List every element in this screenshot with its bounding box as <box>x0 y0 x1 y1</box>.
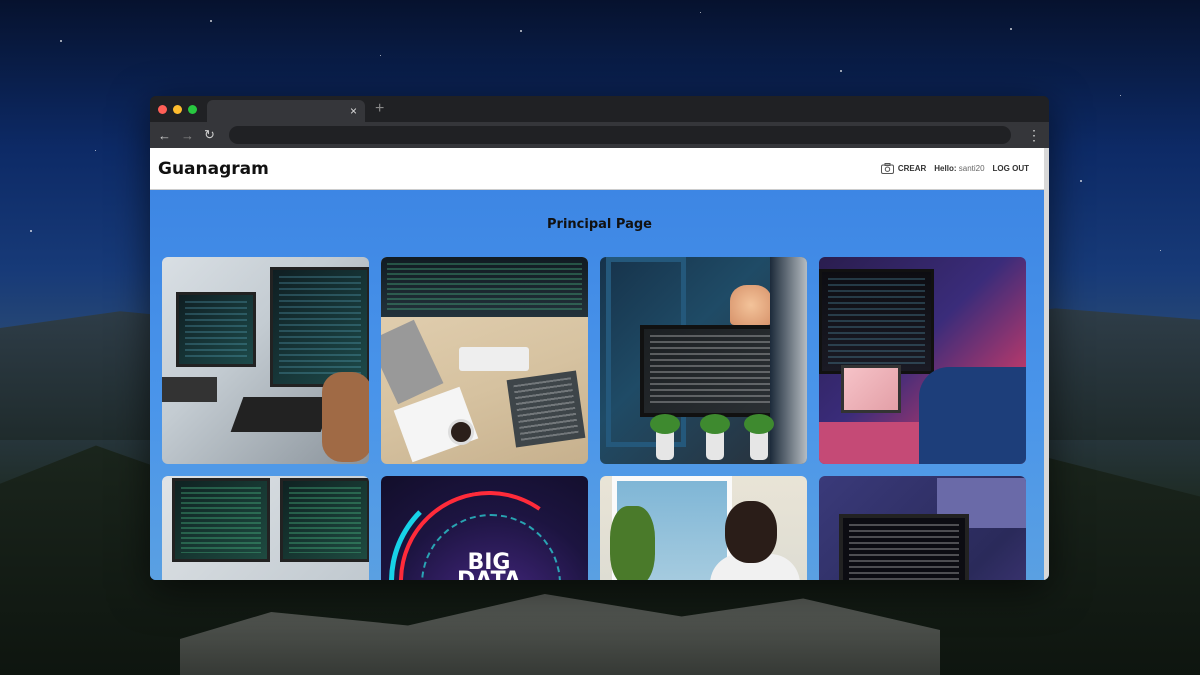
page-viewport: Guanagram CREAR Hello: santi20 LOG OUT P… <box>150 148 1049 580</box>
hello-label: Hello: <box>934 164 957 173</box>
post-card[interactable] <box>819 476 1026 580</box>
create-post-button[interactable]: CREAR <box>880 163 927 174</box>
main-content: Principal Page BIG <box>150 190 1049 580</box>
reload-icon[interactable]: ↻ <box>204 127 215 143</box>
browser-menu-icon[interactable]: ⋮ <box>1027 127 1041 144</box>
browser-toolbar: ← → ↻ ⋮ <box>150 122 1049 148</box>
post-overlay-text: BIGDATA <box>457 550 521 581</box>
address-bar[interactable] <box>228 126 1011 144</box>
post-grid: BIGDATA <box>162 257 1026 580</box>
camera-icon <box>880 163 894 174</box>
create-label: CREAR <box>897 164 927 173</box>
post-card[interactable] <box>819 257 1026 464</box>
post-card[interactable] <box>162 476 369 580</box>
minimize-window-button[interactable] <box>173 104 182 114</box>
greeting: Hello: santi20 <box>934 164 984 173</box>
new-tab-button[interactable]: + <box>375 100 384 118</box>
browser-tab[interactable]: × <box>207 100 365 122</box>
browser-window: × + ← → ↻ ⋮ Guanagram CREAR Hello: santi… <box>150 96 1049 580</box>
brand-logo[interactable]: Guanagram <box>158 159 269 179</box>
navbar: Guanagram CREAR Hello: santi20 LOG OUT <box>150 148 1049 190</box>
logout-button[interactable]: LOG OUT <box>993 164 1029 173</box>
close-tab-icon[interactable]: × <box>350 104 357 118</box>
post-card[interactable] <box>381 257 588 464</box>
back-arrow-icon[interactable]: ← <box>158 128 171 143</box>
tab-bar: × + <box>150 96 1049 122</box>
post-card[interactable] <box>600 476 807 580</box>
page-title: Principal Page <box>547 217 652 232</box>
maximize-window-button[interactable] <box>188 104 197 114</box>
nav-actions: CREAR Hello: santi20 LOG OUT <box>880 163 1029 174</box>
post-card[interactable] <box>162 257 369 464</box>
close-window-button[interactable] <box>158 104 167 114</box>
username: santi20 <box>958 164 985 173</box>
page-scrollbar[interactable] <box>1044 148 1049 580</box>
post-card[interactable] <box>600 257 807 464</box>
post-card[interactable]: BIGDATA <box>381 476 588 580</box>
window-controls <box>158 104 197 114</box>
forward-arrow-icon[interactable]: → <box>181 128 194 143</box>
